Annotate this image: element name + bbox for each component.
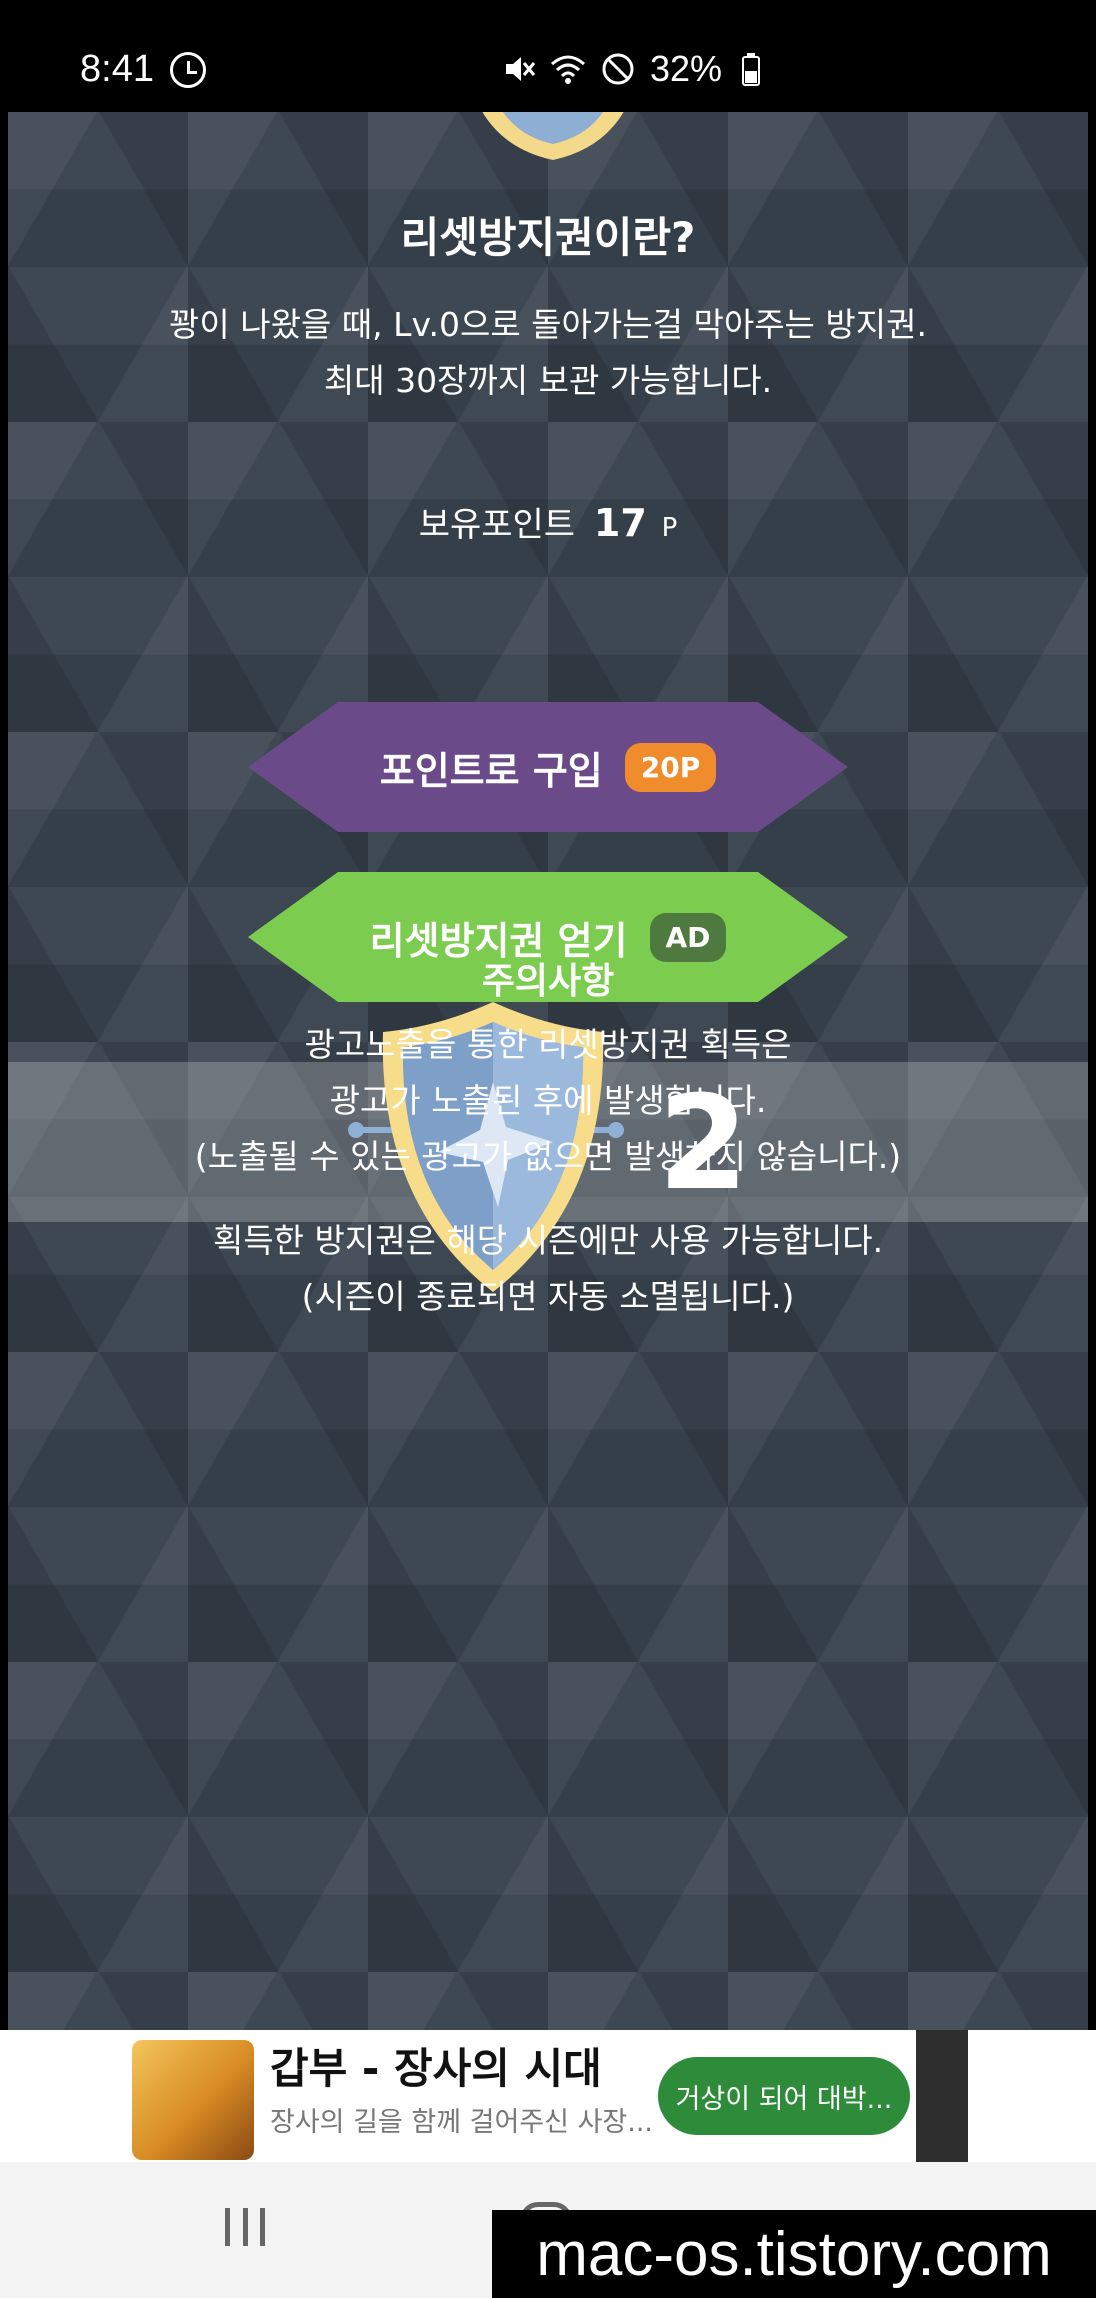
status-time: 8:41 bbox=[80, 48, 154, 90]
clock-icon bbox=[170, 52, 206, 88]
notice-line3: (노출될 수 있는 광고가 없으면 발생하지 않습니다.) bbox=[194, 1137, 902, 1176]
notice-title: 주의사항 bbox=[481, 961, 615, 1002]
recents-icon[interactable] bbox=[225, 2208, 265, 2248]
notice-line5: (시즌이 종료되면 자동 소멸됩니다.) bbox=[301, 1277, 795, 1316]
ad-cta-button[interactable]: 거상이 되어 대박... bbox=[658, 2057, 910, 2135]
buy-button-label: 포인트로 구입 bbox=[379, 748, 603, 793]
info-desc-line2: 최대 30장까지 보관 가능합니다. bbox=[323, 361, 773, 400]
mute-icon bbox=[500, 51, 536, 87]
info-title: 리셋방지권이란? bbox=[400, 213, 696, 262]
ad-title[interactable]: 갑부 - 장사의 시대 bbox=[270, 2035, 602, 2096]
status-icons: 32% bbox=[500, 48, 772, 90]
wifi-icon bbox=[550, 51, 586, 87]
buy-with-points-button[interactable]: 포인트로 구입 20P bbox=[248, 702, 848, 832]
notice-line2: 광고가 노출된 후에 발생합니다. bbox=[329, 1081, 767, 1120]
reset-protection-screen[interactable]: 리셋방지권이란? 꽝이 나왔을 때, Lv.0으로 돌아가는걸 막아주는 방지권… bbox=[8, 112, 1088, 2030]
points-unit: P bbox=[661, 513, 678, 543]
battery-percent: 32% bbox=[650, 48, 723, 89]
notice-line4: 획득한 방지권은 해당 시즌에만 사용 가능합니다. bbox=[212, 1221, 884, 1260]
ad-thumbnail[interactable] bbox=[132, 2040, 254, 2160]
ad-side-bar bbox=[916, 2030, 968, 2162]
watermark: mac-os.tistory.com bbox=[492, 2210, 1096, 2298]
points-label: 보유포인트 bbox=[418, 505, 576, 545]
dnd-icon bbox=[600, 51, 636, 87]
status-bar: 8:41 32% bbox=[0, 0, 1096, 112]
notice-line1: 광고노출을 통한 리셋방지권 획득은 bbox=[304, 1025, 792, 1064]
points-display: 보유포인트 17 P bbox=[8, 497, 1088, 546]
shield-icon bbox=[482, 112, 624, 160]
points-value: 17 bbox=[593, 501, 647, 545]
ad-subtitle: 장사의 길을 함께 걸어주신 사장... bbox=[270, 2107, 653, 2138]
info-desc-line1: 꽝이 나왔을 때, Lv.0으로 돌아가는걸 막아주는 방지권. bbox=[169, 305, 927, 344]
battery-icon bbox=[736, 51, 772, 87]
price-badge: 20P bbox=[624, 742, 717, 792]
